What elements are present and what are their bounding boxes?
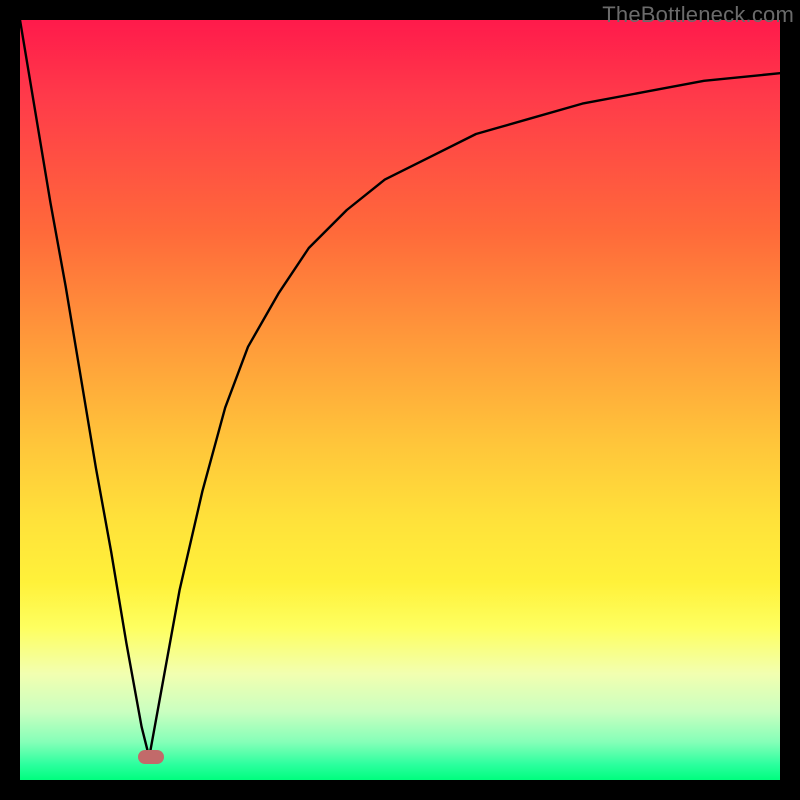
- chart-frame: TheBottleneck.com: [0, 0, 800, 800]
- plot-area: [20, 20, 780, 780]
- optimum-marker: [138, 750, 164, 764]
- bottleneck-curve: [20, 20, 780, 780]
- watermark-text: TheBottleneck.com: [602, 2, 794, 28]
